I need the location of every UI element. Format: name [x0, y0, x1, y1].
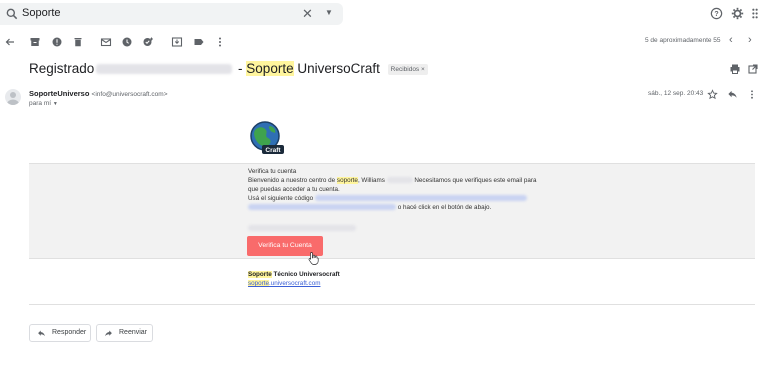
signature-link[interactable]: soporte.universocraft.com	[248, 280, 320, 287]
gear-icon[interactable]	[731, 7, 744, 20]
redacted-email	[96, 64, 233, 75]
email-subject: Registrado - Soporte UniversoCraft Recib…	[29, 61, 428, 76]
clear-search-icon[interactable]: ✕	[302, 7, 313, 21]
signature-link-rest: .universocraft.com	[269, 280, 321, 287]
subject-separator: -	[234, 61, 247, 76]
apps-icon[interactable]	[750, 7, 760, 20]
body-line-1-name: , Williams	[357, 177, 385, 184]
reply-button[interactable]: Responder	[29, 324, 91, 342]
newer-icon[interactable]: ‹	[729, 34, 733, 46]
print-icon[interactable]	[729, 63, 741, 75]
signature-link-highlight: soporte	[248, 280, 270, 287]
redacted-verification-link[interactable]	[314, 195, 527, 202]
reply-icon	[38, 330, 45, 337]
avatar[interactable]	[5, 89, 21, 105]
svg-text:?: ?	[714, 11, 718, 18]
sender-name[interactable]: SoporteUniverso	[29, 89, 89, 98]
redacted-code	[248, 225, 356, 232]
hand-cursor-icon	[308, 252, 319, 265]
star-icon[interactable]	[707, 89, 718, 100]
subject-highlight: Soporte	[246, 61, 294, 76]
archive-icon[interactable]	[29, 36, 41, 48]
universocraft-logo: Craft	[250, 121, 284, 154]
body-divider	[29, 304, 755, 305]
body-line-4: o hacé click en el botón de abajo.	[248, 203, 491, 212]
body-line-3: Usá el siguiente código	[248, 194, 527, 203]
search-input[interactable]: Soporte	[22, 7, 61, 19]
reply-label: Responder	[52, 329, 87, 336]
search-bar[interactable]: Soporte ✕ ▼	[0, 3, 343, 25]
body-line-1-end: Necesitamos que verifiques este email pa…	[412, 177, 537, 184]
body-line-1: Bienvenido a nuestro centro de soporte, …	[248, 176, 537, 185]
body-line-2: que puedas acceder a tu cuenta.	[248, 186, 340, 193]
report-spam-icon[interactable]	[51, 36, 63, 48]
subject-rest: UniversoCraft	[293, 61, 380, 76]
body-line-1-highlight: soporte	[336, 177, 358, 184]
back-arrow-icon[interactable]	[4, 36, 16, 48]
reply-icon[interactable]	[727, 89, 738, 100]
body-heading: Verifica tu cuenta	[248, 168, 297, 175]
sender-info: SoporteUniverso <info@universocraft.com>	[29, 89, 168, 98]
svg-text:Craft: Craft	[265, 147, 281, 154]
search-icon[interactable]	[5, 7, 19, 21]
snooze-icon[interactable]	[121, 36, 133, 48]
body-line-3-start: Usá el siguiente código	[248, 195, 315, 202]
body-line-4-end: o hacé click en el botón de abajo.	[396, 204, 492, 211]
label-icon[interactable]	[193, 36, 205, 48]
recipient-dropdown[interactable]: para mí ▼	[29, 100, 58, 107]
delete-icon[interactable]	[72, 36, 84, 48]
add-task-icon[interactable]	[142, 36, 154, 48]
redacted-code-line	[248, 224, 356, 233]
open-new-window-icon[interactable]	[747, 63, 759, 75]
more-vert-icon[interactable]	[747, 89, 757, 100]
redacted-verification-link-cont[interactable]	[248, 204, 396, 211]
body-line-1-start: Bienvenido a nuestro centro de	[248, 177, 337, 184]
more-options-icon[interactable]	[214, 36, 226, 48]
search-options-icon[interactable]: ▼	[325, 8, 333, 17]
chevron-down-icon[interactable]: ▼	[53, 101, 58, 107]
signature-rest: Técnico Universocraft	[271, 271, 340, 278]
forward-label: Reenviar	[119, 329, 148, 336]
forward-icon	[105, 330, 112, 337]
help-icon[interactable]: ?	[710, 7, 723, 20]
signature-highlight: Soporte	[248, 271, 272, 278]
sender-email: <info@universocraft.com>	[91, 91, 168, 98]
to-me-label: para mí	[29, 100, 52, 107]
signature-title: Soporte Técnico Universocraft	[248, 271, 340, 278]
redacted-surname	[386, 177, 413, 184]
forward-button[interactable]: Reenviar	[96, 324, 153, 342]
move-to-icon[interactable]	[171, 36, 183, 48]
pager-text: 5 de aproximadamente 55	[645, 37, 721, 44]
older-icon[interactable]: ›	[748, 34, 752, 46]
inbox-label-badge[interactable]: Recibidos ×	[387, 63, 428, 75]
email-date: sáb., 12 sep. 20:43	[648, 90, 704, 97]
subject-prefix: Registrado	[29, 61, 95, 76]
mark-unread-icon[interactable]	[100, 36, 112, 48]
